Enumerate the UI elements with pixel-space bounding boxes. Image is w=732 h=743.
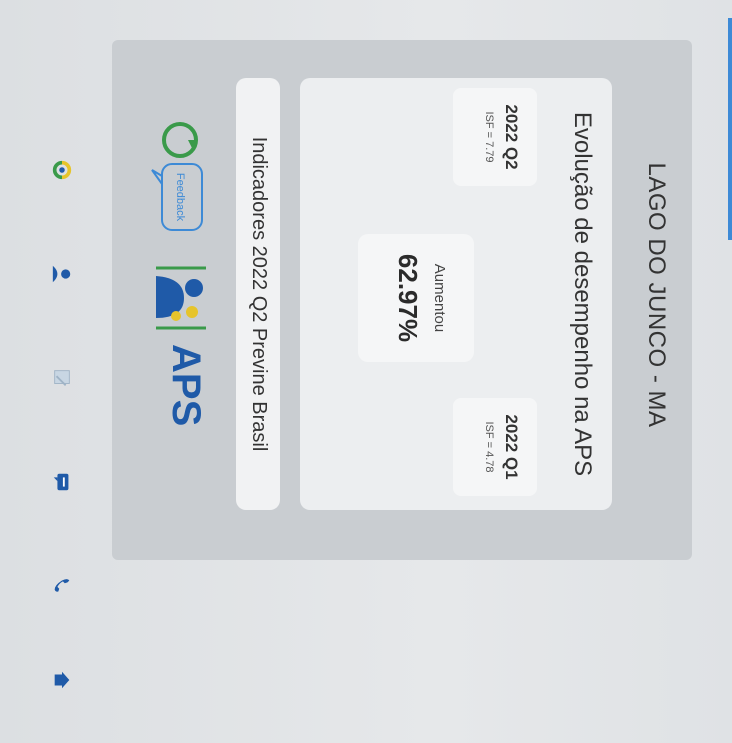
performance-card: Evolução de desempenho na APS 2022 Q2 IS…	[300, 78, 612, 510]
q2-label: 2022 Q2	[502, 104, 521, 170]
svg-text:Feedback: Feedback	[174, 173, 186, 222]
q1-label: 2022 Q1	[502, 414, 521, 480]
quarter-q2-box: 2022 Q2 ISF = 7.79	[453, 88, 537, 186]
card-title: Evolução de desempenho na APS	[569, 111, 596, 477]
edit-icon	[54, 370, 70, 386]
nav-edit[interactable]	[42, 358, 82, 398]
trend-label: Aumentou	[431, 263, 448, 333]
nav-brand[interactable]	[42, 150, 82, 190]
aps-text: APS	[164, 344, 208, 427]
trend-box: Aumentou 62.97%	[358, 234, 474, 362]
bottom-nav	[22, 150, 82, 710]
brand-icon	[52, 160, 72, 180]
q1-isf: ISF = 4.78	[483, 421, 495, 473]
feedback-logo[interactable]: Feedback	[148, 118, 214, 238]
app-screen: LAGO DO JUNCO - MA Evolução de desempenh…	[0, 0, 732, 743]
q2-isf: ISF = 7.79	[483, 111, 495, 163]
quarter-q1-box: 2022 Q1 ISF = 4.78	[453, 398, 537, 496]
nav-message[interactable]	[42, 462, 82, 502]
phone-icon	[54, 579, 70, 592]
logos-row: Feedback APS	[136, 78, 216, 510]
message-icon	[53, 473, 69, 491]
nav-phone[interactable]	[42, 566, 82, 606]
indicators-label: Indicadores 2022 Q2 Previne Brasil	[248, 136, 270, 452]
feedback-icon: Feedback	[151, 122, 203, 231]
city-title: LAGO DO JUNCO - MA	[643, 162, 670, 428]
home-icon	[54, 671, 70, 689]
nav-profile[interactable]	[42, 254, 82, 294]
aps-logo: APS	[146, 258, 216, 448]
main-panel: LAGO DO JUNCO - MA Evolução de desempenh…	[112, 40, 692, 560]
indicators-button[interactable]: Indicadores 2022 Q2 Previne Brasil	[236, 78, 280, 510]
user-icon	[52, 265, 71, 283]
aps-mark-icon	[156, 266, 206, 330]
trend-value: 62.97%	[393, 253, 423, 343]
scroll-indicator	[728, 18, 732, 240]
nav-home[interactable]	[42, 660, 82, 700]
